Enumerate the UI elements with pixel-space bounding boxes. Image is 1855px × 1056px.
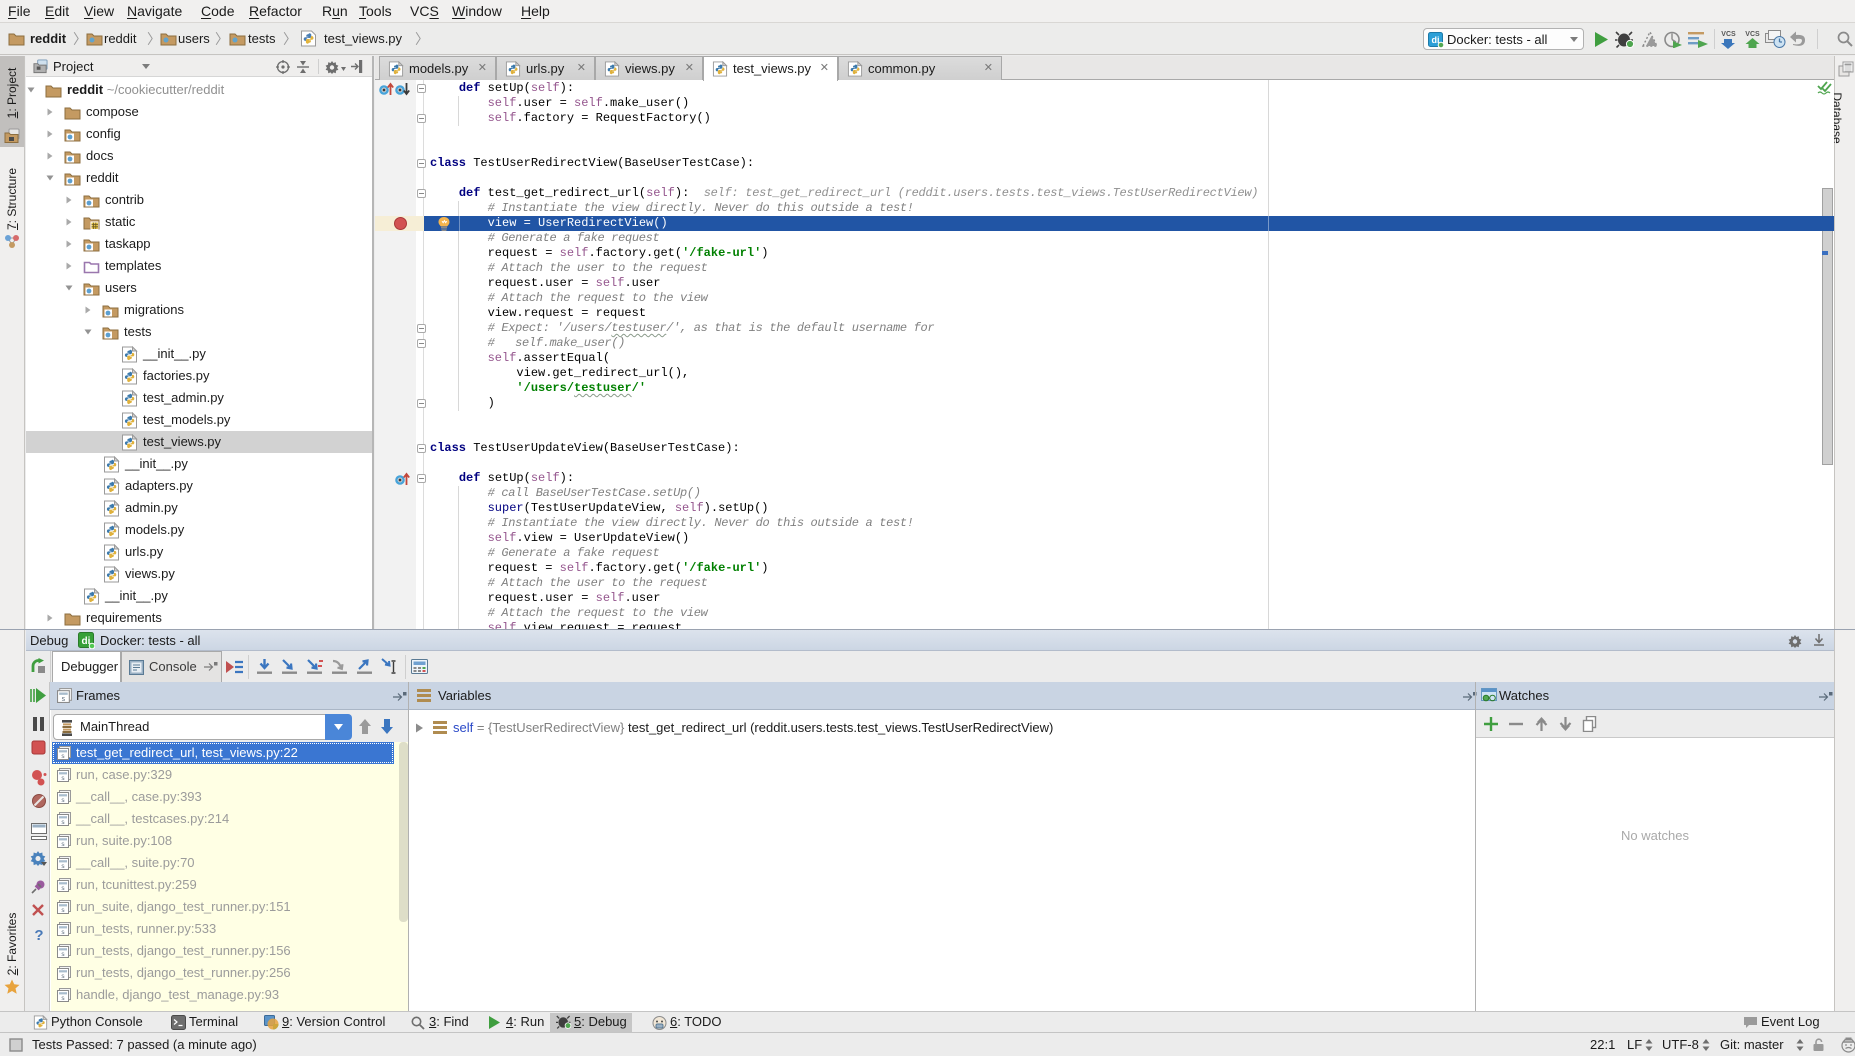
svg-text:VCS: VCS [1745, 31, 1760, 38]
svg-text:VCS: VCS [1721, 31, 1736, 38]
